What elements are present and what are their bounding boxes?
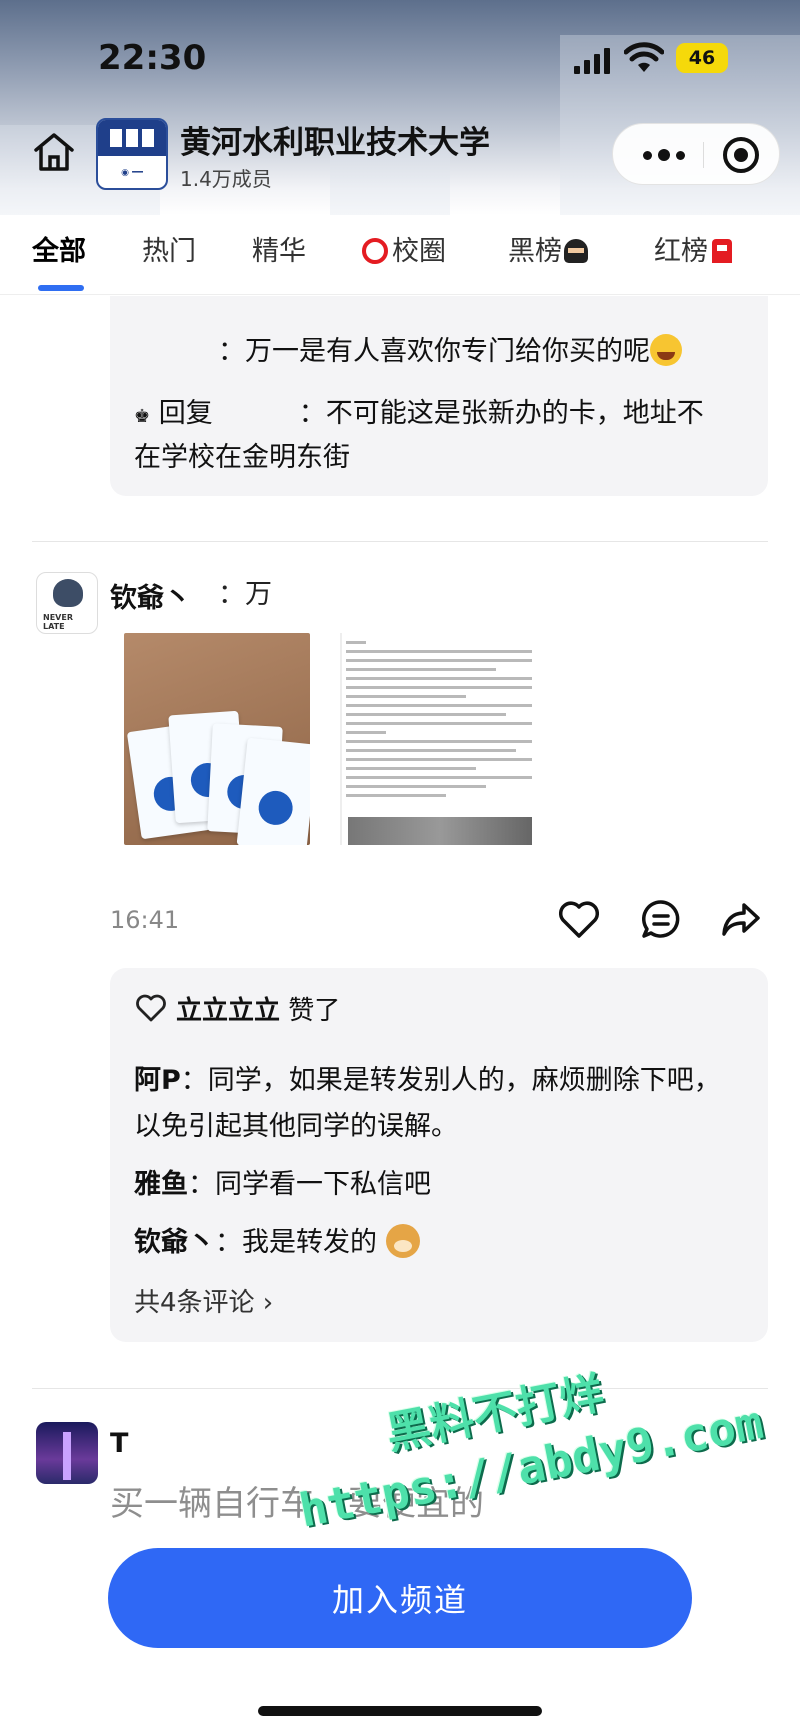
tab-redlist[interactable]: 红榜 xyxy=(654,229,732,268)
channel-logo[interactable]: ◉ ━━ xyxy=(96,118,168,190)
post-divider xyxy=(32,541,768,542)
comment-item[interactable]: 阿P：同学，如果是转发别人的，麻烦删除下吧，以免引起其他同学的误解。 xyxy=(134,1058,734,1150)
avatar[interactable] xyxy=(36,1422,98,1484)
post-image-packets[interactable] xyxy=(124,633,310,845)
post-text: ：万 xyxy=(218,579,272,610)
post-author[interactable]: T xyxy=(110,1428,128,1459)
comment-user: 阿P xyxy=(134,1065,181,1096)
avatar[interactable]: NEVER LATE xyxy=(36,572,98,634)
tab-blacklist-label: 黑榜 xyxy=(508,236,562,267)
more-icon[interactable] xyxy=(635,138,693,172)
mailbox-icon xyxy=(712,239,732,263)
logo-building-graphic xyxy=(98,120,166,156)
heart-icon[interactable] xyxy=(556,896,602,942)
comment-text: ：我是转发的 xyxy=(215,1227,377,1258)
comment-text: ：同学看一下私信吧 xyxy=(188,1169,431,1200)
watermark: 黑料不打烊 https://abdy9.com xyxy=(282,1328,767,1538)
wifi-icon xyxy=(624,42,664,72)
channel-header: 22:30 46 ◉ ━━ 黄河水利职业技术大学 1.4万成员 xyxy=(0,0,800,215)
signal-icon xyxy=(574,48,610,74)
like-summary: 立立立立 赞了 xyxy=(134,990,340,1027)
tab-redlist-label: 红榜 xyxy=(654,236,708,267)
like-user[interactable]: 立立立立 xyxy=(176,996,280,1026)
comment-line: ：万一是有人喜欢你专门给你买的呢 xyxy=(218,330,800,374)
post-time: 16:41 xyxy=(110,906,180,934)
tab-campus[interactable]: 校圈 xyxy=(362,229,446,268)
logo-badge: ◉ ━━ xyxy=(121,168,143,178)
tab-hot[interactable]: 热门 xyxy=(142,229,196,268)
share-icon[interactable] xyxy=(718,896,764,942)
home-icon[interactable] xyxy=(32,130,76,174)
status-time: 22:30 xyxy=(98,38,207,78)
doge-emoji-icon xyxy=(385,1224,420,1258)
comment-reply-continued: 在学校在金明东街 xyxy=(134,442,350,473)
home-indicator[interactable] xyxy=(258,1706,542,1716)
laughing-emoji-icon xyxy=(650,334,682,366)
tab-bar: 全部 热门 精华 校圈 黑榜 红榜 xyxy=(0,215,800,295)
comment-user: 钦爺丶 xyxy=(134,1227,215,1258)
tab-all[interactable]: 全部 xyxy=(32,229,86,268)
mini-program-capsule xyxy=(612,123,780,185)
post-author[interactable]: 钦爺丶 xyxy=(110,576,191,615)
channel-title: 黄河水利职业技术大学 xyxy=(180,125,490,161)
post-image-screenshot[interactable] xyxy=(340,633,536,845)
join-channel-button[interactable]: 加入频道 xyxy=(108,1548,692,1648)
comment-item[interactable]: 雅鱼：同学看一下私信吧 xyxy=(134,1162,734,1208)
view-all-comments-link[interactable]: 共4条评论 › xyxy=(134,1282,273,1319)
tab-featured[interactable]: 精华 xyxy=(252,229,306,268)
capsule-divider xyxy=(703,142,704,168)
comment-text: ：同学，如果是转发别人的，麻烦删除下吧，以免引起其他同学的误解。 xyxy=(134,1065,721,1142)
red-ring-icon xyxy=(362,238,388,264)
like-suffix: 赞了 xyxy=(288,996,341,1026)
tab-blacklist[interactable]: 黑榜 xyxy=(508,229,588,268)
ninja-icon xyxy=(564,239,588,263)
comment-icon[interactable] xyxy=(638,896,684,942)
battery-indicator: 46 xyxy=(676,43,728,73)
comment-item[interactable]: 钦爺丶：我是转发的 xyxy=(134,1220,734,1266)
member-count: 1.4万成员 xyxy=(180,167,272,191)
reply-prefix: 回复 xyxy=(158,398,213,429)
battery-level: 46 xyxy=(688,47,716,69)
crown-icon: ♚ xyxy=(134,406,151,427)
close-icon[interactable] xyxy=(723,137,759,173)
tab-campus-label: 校圈 xyxy=(392,236,446,267)
comment-user: 雅鱼 xyxy=(134,1169,188,1200)
active-tab-indicator xyxy=(38,285,84,291)
comment-reply: ♚ 回复 ：不可能这是张新办的卡，地址不 xyxy=(134,398,704,429)
